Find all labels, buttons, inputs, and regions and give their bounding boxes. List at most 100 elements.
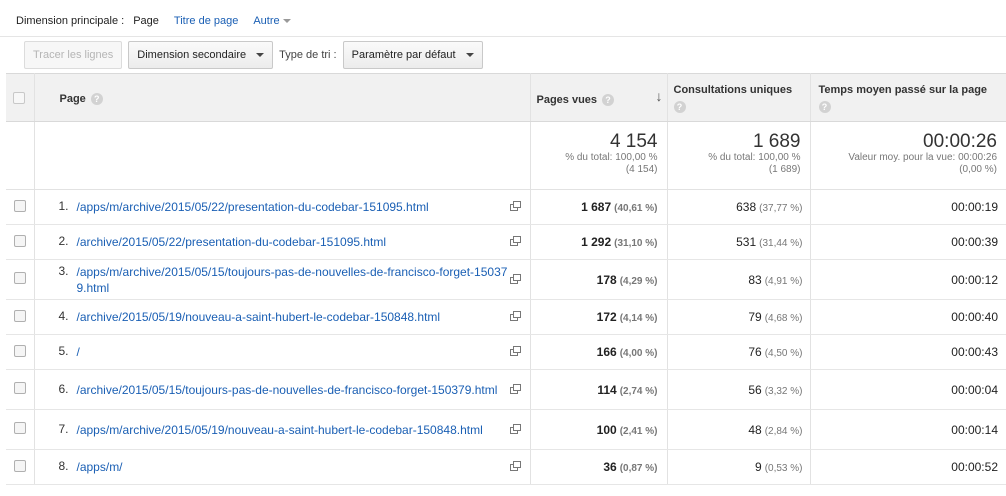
row-index: 3.: [58, 263, 69, 278]
row-checkbox[interactable]: [13, 272, 26, 284]
row-unique-value: 83: [748, 272, 762, 287]
external-window-icon[interactable]: [509, 201, 522, 212]
external-window-icon[interactable]: [509, 236, 522, 247]
dimension-page-title-link[interactable]: Titre de page: [174, 15, 238, 27]
row-checkbox[interactable]: [13, 422, 26, 434]
row-pageviews-pct: (2,74 %): [619, 385, 658, 397]
secondary-dimension-dropdown[interactable]: Dimension secondaire: [128, 41, 274, 69]
plot-rows-button[interactable]: Tracer les lignes: [24, 41, 123, 69]
row-avg-time-value: 00:00:04: [951, 382, 998, 397]
row-checkbox[interactable]: [13, 344, 26, 357]
row-unique-pct: (4,68 %): [764, 313, 803, 324]
row-page-cell: 1. /apps/m/archive/2015/05/22/presentatio…: [34, 189, 531, 225]
row-avg-time: 00:00:43: [810, 334, 1006, 370]
row-pageviews-pct: (0,87 %): [619, 463, 658, 474]
row-unique: 56 (3,32 %): [667, 369, 811, 410]
row-avg-time-value: 00:00:19: [951, 200, 998, 214]
row-pageviews-value: 166: [596, 345, 617, 359]
row-unique-value: 76: [748, 345, 762, 359]
sort-desc-arrow-icon[interactable]: ↓: [656, 88, 663, 104]
row-checkbox-cell: [6, 449, 35, 485]
row-unique: 83 (4,91 %): [667, 259, 811, 300]
row-pageviews-pct: (40,61 %): [614, 203, 658, 214]
chevron-down-icon: [282, 19, 291, 24]
row-page-cell: 8. /apps/m/: [34, 449, 531, 485]
totals-avg-time-desc: Valeur moy. pour la vue: 00:00:26: [848, 152, 997, 163]
row-page-cell: 5. /: [34, 334, 531, 370]
row-unique: 638 (37,77 %): [667, 189, 811, 225]
external-window-icon[interactable]: [509, 423, 522, 435]
row-unique-pct: (3,32 %): [764, 385, 803, 397]
row-avg-time-value: 00:00:39: [951, 235, 998, 249]
table-header-row: Page? Pages vues? ↓ Consultations uniques…: [6, 73, 1006, 122]
help-icon[interactable]: ?: [602, 94, 615, 107]
row-checkbox[interactable]: [13, 234, 26, 247]
row-pageviews: 172 (4,14 %): [530, 299, 668, 335]
header-pageviews[interactable]: Pages vues? ↓: [530, 73, 668, 122]
row-avg-time: 00:00:52: [810, 449, 1006, 485]
row-unique-value: 79: [748, 310, 762, 324]
row-unique-pct: (37,77 %): [759, 203, 803, 214]
divider: [0, 36, 1006, 37]
header-page[interactable]: Page?: [34, 73, 531, 122]
help-icon[interactable]: ?: [818, 101, 831, 113]
row-checkbox[interactable]: [13, 309, 26, 322]
table-row: 2. /archive/2015/05/22/presentation-du-co…: [6, 224, 1006, 260]
row-pageviews: 178 (4,29 %): [530, 259, 668, 300]
totals-pageviews-abs: (4 154): [625, 164, 658, 175]
row-checkbox[interactable]: [13, 459, 26, 472]
select-all-checkbox[interactable]: [13, 92, 25, 104]
row-page-link[interactable]: /archive/2015/05/19/nouveau-a-saint-hube…: [77, 309, 509, 325]
row-pageviews-pct: (4,00 %): [619, 348, 658, 359]
external-window-icon[interactable]: [509, 346, 522, 357]
row-page-cell: 6. /archive/2015/05/15/toujours-pas-de-no…: [34, 369, 531, 410]
dimension-other-dropdown[interactable]: Autre: [253, 15, 291, 27]
row-avg-time-value: 00:00:43: [951, 345, 998, 359]
row-page-link[interactable]: /: [77, 344, 509, 360]
external-window-icon[interactable]: [509, 311, 522, 322]
row-page-link[interactable]: /apps/m/archive/2015/05/22/presentation-…: [77, 199, 509, 215]
row-page-link[interactable]: /apps/m/archive/2015/05/19/nouveau-a-sai…: [77, 422, 509, 438]
row-pageviews-pct: (2,41 %): [619, 425, 658, 437]
row-page-link[interactable]: /apps/m/archive/2015/05/15/toujours-pas-…: [77, 264, 509, 296]
secondary-dimension-label: Dimension secondaire: [137, 49, 247, 61]
row-checkbox[interactable]: [13, 382, 26, 394]
sort-type-value: Paramètre par défaut: [351, 49, 456, 61]
totals-avg-time: 00:00:26 Valeur moy. pour la vue: 00:00:…: [810, 121, 1006, 190]
external-window-icon[interactable]: [509, 383, 522, 395]
row-pageviews-value: 1 292: [581, 235, 612, 249]
totals-empty: [6, 121, 35, 190]
row-checkbox-cell: [6, 259, 35, 300]
row-page-link[interactable]: /archive/2015/05/22/presentation-du-code…: [77, 234, 509, 250]
header-avg-time-label: Temps moyen passé sur la page: [818, 84, 988, 96]
row-avg-time: 00:00:19: [810, 189, 1006, 225]
row-page-link[interactable]: /archive/2015/05/15/toujours-pas-de-nouv…: [77, 382, 509, 398]
header-pageviews-label: Pages vues: [536, 94, 598, 106]
row-page-link[interactable]: /apps/m/: [77, 459, 509, 475]
dimension-page-current: Page: [133, 15, 159, 27]
row-index: 8.: [58, 459, 69, 473]
header-avg-time[interactable]: Temps moyen passé sur la page?: [810, 73, 1006, 122]
row-unique-pct: (4,50 %): [764, 348, 803, 359]
row-checkbox-cell: [6, 334, 35, 370]
row-pageviews-pct: (4,14 %): [619, 313, 658, 324]
row-unique-pct: (31,44 %): [759, 238, 803, 249]
totals-unique-value: 1 689: [752, 131, 801, 152]
table-toolbar: Tracer les lignes Dimension secondaire T…: [24, 41, 483, 69]
totals-pageviews-value: 4 154: [609, 131, 658, 152]
row-unique-value: 638: [736, 200, 757, 214]
table-row: 7. /apps/m/archive/2015/05/19/nouveau-a-s…: [6, 409, 1006, 450]
external-window-icon[interactable]: [509, 273, 522, 285]
row-checkbox[interactable]: [13, 199, 26, 212]
row-index: 5.: [58, 344, 69, 358]
row-avg-time-value: 00:00:40: [951, 310, 998, 324]
row-unique: 79 (4,68 %): [667, 299, 811, 335]
header-unique-views[interactable]: Consultations uniques?: [667, 73, 811, 122]
row-index: 6.: [58, 381, 69, 396]
help-icon[interactable]: ?: [673, 101, 686, 113]
sort-type-dropdown[interactable]: Paramètre par défaut: [342, 41, 483, 69]
help-icon[interactable]: ?: [90, 93, 103, 106]
external-window-icon[interactable]: [509, 461, 522, 472]
row-page-cell: 4. /archive/2015/05/19/nouveau-a-saint-hu…: [34, 299, 531, 335]
row-checkbox-cell: [6, 299, 35, 335]
